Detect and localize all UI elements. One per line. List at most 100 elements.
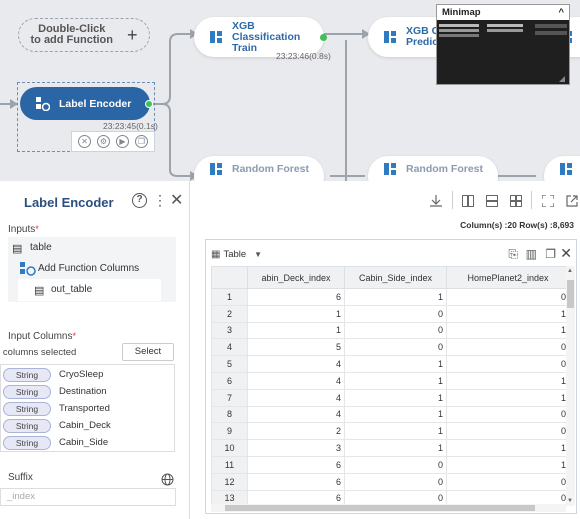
node-status-dot <box>145 100 153 108</box>
fullscreen-icon[interactable] <box>542 195 554 207</box>
open-external-icon[interactable] <box>566 195 578 207</box>
column-header[interactable]: Cabin_Side_index <box>344 266 447 289</box>
table-cell: 0 <box>344 304 447 323</box>
selected-summary: 6 columns selected <box>0 347 77 358</box>
table-row[interactable]: 5410 <box>211 355 570 373</box>
table-row[interactable]: 8410 <box>211 405 570 424</box>
suffix-input[interactable]: _index <box>0 488 176 506</box>
node-label-encoder[interactable]: Label Encoder <box>20 87 153 120</box>
column-name: Cabin_Side <box>59 437 109 448</box>
add-columns-icon[interactable] <box>20 262 36 276</box>
row-index: 2 <box>211 304 248 323</box>
column-name: CryoSleep <box>59 369 104 380</box>
add-function-placeholder[interactable]: Double-Click to add Function + <box>18 18 150 52</box>
add-function-columns[interactable]: Add Function Columns <box>38 263 139 274</box>
type-badge: String <box>3 436 51 450</box>
delete-node-icon[interactable]: ✕ <box>78 135 91 148</box>
list-item[interactable]: String Transported <box>1 402 176 418</box>
table-cell: 1 <box>446 455 570 474</box>
table-cell: 1 <box>446 371 570 390</box>
table-panel: ▦ Table ▼ ⎘ ▥ ❐ ✕ abin_Deck_index Cabin_… <box>205 239 577 514</box>
table-cell: 6 <box>247 455 345 474</box>
close-icon[interactable]: ✕ <box>560 245 572 262</box>
minimap-title: Minimap <box>442 7 481 18</box>
table-cell: 1 <box>344 288 447 306</box>
debug-icon[interactable]: ⚙ <box>97 135 110 148</box>
node-random-forest-2[interactable]: Random Forest <box>368 156 498 181</box>
row-index: 10 <box>211 439 248 457</box>
list-item[interactable]: String Cabin_Deck <box>1 419 176 435</box>
table-row[interactable]: 10 3 1 1 <box>211 439 570 457</box>
column-header[interactable]: HomePlanet2_index <box>446 266 570 289</box>
list-item[interactable]: String Cabin_Side <box>1 436 176 452</box>
predict-icon <box>384 31 396 43</box>
table-cell: 0 <box>446 422 570 441</box>
node-icon <box>560 163 572 175</box>
split-vertical-icon[interactable] <box>462 195 474 207</box>
workflow-canvas[interactable]: Double-Click to add Function + XGB Class… <box>0 0 580 181</box>
node-toolbar: ✕ ⚙ ▶ ❐ <box>71 131 155 152</box>
copy-icon[interactable]: ❐ <box>545 247 556 261</box>
table-cell: 1 <box>344 439 447 457</box>
row-index: 12 <box>211 472 248 491</box>
help-icon[interactable]: ? <box>132 193 147 208</box>
table-row[interactable]: 12 6 0 0 <box>211 472 570 491</box>
table-cell: 1 <box>344 355 447 373</box>
table-row[interactable]: 7411 <box>211 388 570 407</box>
close-icon[interactable]: ✕ <box>170 190 183 210</box>
globe-icon[interactable] <box>161 473 174 486</box>
add-file-icon[interactable]: ⎘ <box>508 247 518 262</box>
table-cell: 4 <box>247 405 345 424</box>
data-table[interactable]: abin_Deck_index Cabin_Side_index HomePla… <box>211 266 572 506</box>
table-row[interactable]: 11 6 0 1 <box>211 455 570 474</box>
type-badge: String <box>3 402 51 416</box>
column-name: Cabin_Deck <box>59 420 111 431</box>
table-cell: 0 <box>446 355 570 373</box>
node-random-forest-1[interactable]: Random Forest <box>194 156 324 181</box>
table-cell: 1 <box>247 304 345 323</box>
run-icon[interactable]: ▶ <box>116 135 129 148</box>
chevron-up-icon[interactable]: ^ <box>558 7 564 18</box>
horizontal-scrollbar[interactable] <box>211 504 566 512</box>
node-status-dot <box>320 34 327 41</box>
row-index: 4 <box>211 338 248 357</box>
table-cell: 4 <box>247 371 345 390</box>
table-row[interactable]: 3101 <box>211 321 570 340</box>
table-row[interactable]: 6411 <box>211 371 570 390</box>
minimap[interactable]: Minimap ^ <box>436 4 570 85</box>
model-icon <box>384 163 396 175</box>
table-cell: 1 <box>446 439 570 457</box>
row-index: 6 <box>211 371 248 390</box>
table-cell: 6 <box>247 288 345 306</box>
vertical-scrollbar[interactable]: ▲ ▼ <box>566 266 575 506</box>
table-row[interactable]: 2101 <box>211 304 570 323</box>
output-table-name[interactable]: out_table <box>51 284 92 295</box>
column-header[interactable]: abin_Deck_index <box>247 266 345 289</box>
table-cell: 1 <box>446 388 570 407</box>
table-row[interactable]: 1610 <box>211 288 570 306</box>
split-horizontal-icon[interactable] <box>486 195 498 207</box>
select-button[interactable]: Select <box>122 343 174 361</box>
table-cell: 1 <box>446 321 570 340</box>
table-cell: 0 <box>446 288 570 306</box>
type-badge: String <box>3 368 51 382</box>
properties-panel: Label Encoder ? ⋮ ✕ Inputs* ▤ table Add … <box>0 181 190 519</box>
data-viewer: Column(s) :20 Row(s) :8,693 ▦ Table ▼ ⎘ … <box>190 181 580 519</box>
download-icon[interactable] <box>430 195 442 207</box>
copy-icon[interactable]: ❐ <box>135 135 148 148</box>
divider <box>452 191 453 209</box>
table-row[interactable]: 4500 <box>211 338 570 357</box>
list-item[interactable]: String Destination <box>1 385 176 401</box>
more-options-icon[interactable]: ⋮ <box>153 192 167 209</box>
view-toggle-icon[interactable]: ▥ <box>526 247 537 261</box>
list-item[interactable]: String CryoSleep <box>1 368 176 384</box>
input-table-name[interactable]: table <box>30 242 52 253</box>
table-cell: 1 <box>344 388 447 407</box>
grid-icon[interactable] <box>510 195 522 207</box>
minimap-preview <box>439 24 567 82</box>
table-row[interactable]: 9210 <box>211 422 570 441</box>
table-dropdown[interactable]: Table <box>223 249 246 260</box>
table-cell: 4 <box>247 388 345 407</box>
dropdown-arrow-icon[interactable]: ▼ <box>254 250 262 259</box>
type-badge: String <box>3 419 51 433</box>
